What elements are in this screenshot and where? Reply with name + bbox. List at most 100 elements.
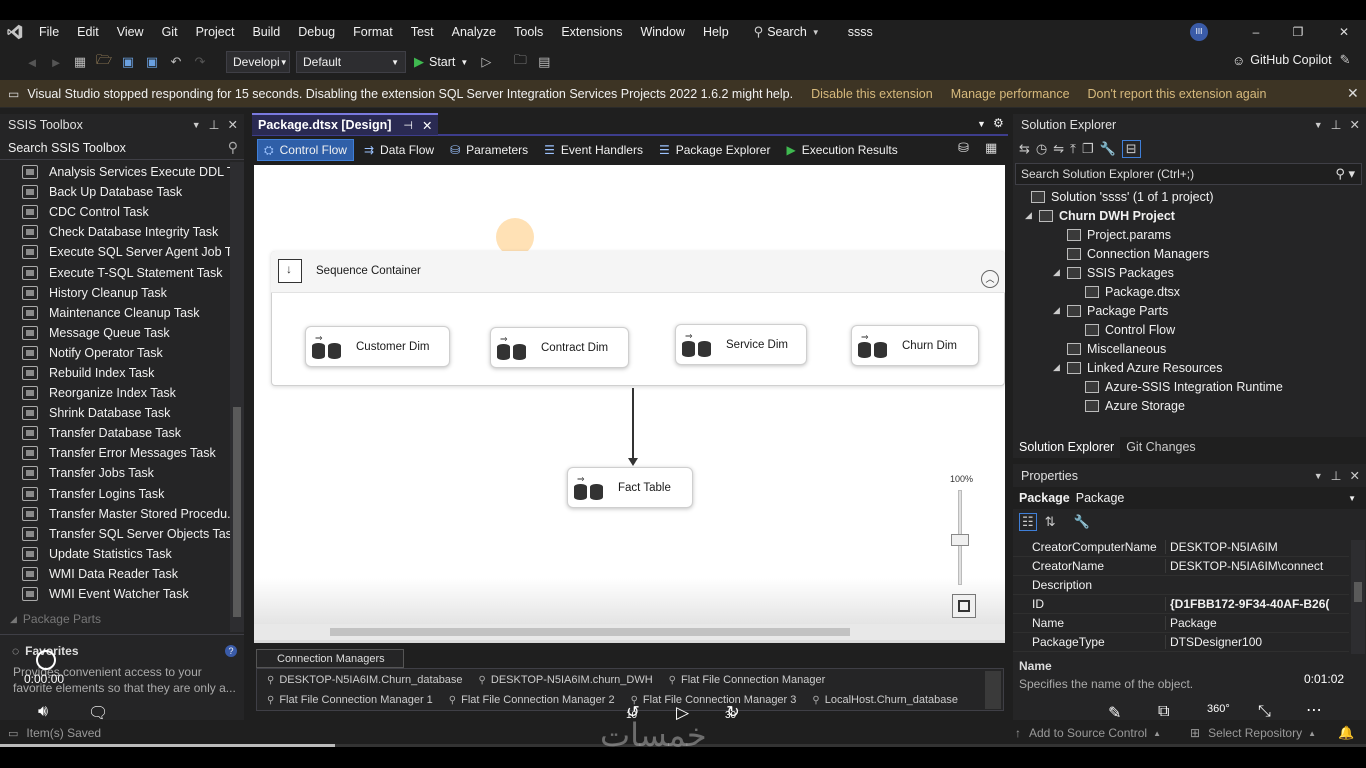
save-all-icon[interactable]: ▣ [142, 52, 162, 72]
copilot-button[interactable]: ☺ GitHub Copilot ✎ [1232, 52, 1350, 68]
pending-changes-icon[interactable]: ⇋ [1053, 141, 1064, 157]
tab-package-explorer[interactable]: ☰ Package Explorer [653, 139, 776, 161]
toolbox-toggle-icon[interactable]: ▦ [985, 140, 997, 156]
task-fact-table[interactable]: ⇒ Fact Table [567, 467, 693, 508]
expand-icon[interactable]: ◢ [1053, 267, 1067, 278]
restore-icon[interactable]: ❐ [1287, 20, 1309, 44]
tab-solution-explorer[interactable]: Solution Explorer [1013, 437, 1121, 458]
browse-icon[interactable]: 🗀 [510, 52, 530, 72]
close-icon[interactable]: ✕ [1347, 85, 1359, 102]
tree-package-file[interactable]: Package.dtsx [1015, 282, 1360, 301]
progress-scrubber-icon[interactable] [36, 650, 56, 670]
tab-control-flow[interactable]: ⛭ Control Flow [257, 139, 354, 161]
toolbox-item[interactable]: Shrink Database Task [0, 403, 230, 423]
zoom-fit-icon[interactable] [952, 594, 976, 618]
connection-manager-item[interactable]: ⚲ Flat File Connection Manager [669, 674, 826, 686]
preview-icon[interactable]: ⊟ [1121, 140, 1141, 158]
variables-icon[interactable]: ⛁ [958, 140, 969, 156]
menu-item-debug[interactable]: Debug [289, 20, 344, 44]
toolbox-item[interactable]: History Cleanup Task [0, 283, 230, 303]
help-icon[interactable]: ? [225, 645, 237, 657]
start-button[interactable]: ▶ Start ▼ [414, 54, 468, 70]
configuration-combo[interactable]: Developi ▼ [226, 51, 290, 73]
property-value[interactable]: Package [1165, 616, 1349, 630]
solution-search-input[interactable]: Search Solution Explorer (Ctrl+;) ⚲ ▾ [1015, 163, 1362, 185]
history-icon[interactable]: ◷ [1036, 141, 1047, 157]
tree-miscellaneous[interactable]: Miscellaneous [1015, 339, 1360, 358]
pin-icon[interactable]: ⊣ [403, 119, 413, 132]
tree-project[interactable]: ◢ Churn DWH Project [1015, 206, 1360, 225]
connection-manager-item[interactable]: ⚲ LocalHost.Churn_database [812, 694, 958, 706]
start-without-debug-icon[interactable]: ▷ [476, 52, 496, 72]
task-churn-dim[interactable]: ⇒ Churn Dim [851, 325, 979, 366]
dropdown-icon[interactable]: ▼ [1314, 114, 1323, 136]
property-value[interactable]: DTSDesigner100 [1165, 635, 1349, 649]
tree-solution[interactable]: Solution 'ssss' (1 of 1 project) [1015, 187, 1360, 206]
menu-item-tools[interactable]: Tools [505, 20, 552, 44]
menu-item-window[interactable]: Window [631, 20, 693, 44]
forward-button[interactable]: ↻ 30 [722, 702, 744, 724]
toolbox-item[interactable]: Execute T-SQL Statement Task [0, 262, 230, 282]
property-row[interactable]: Description [1013, 576, 1349, 595]
draw-icon[interactable]: ✎ [1108, 703, 1121, 723]
profile-icon[interactable]: III [1190, 23, 1208, 41]
control-flow-canvas[interactable] [254, 165, 1005, 643]
toolbox-item[interactable]: Maintenance Cleanup Task [0, 303, 230, 323]
property-pages-icon[interactable]: 🔧 [1074, 514, 1090, 530]
connection-manager-item[interactable]: ⚲ DESKTOP-N5IA6IM.Churn_database [267, 674, 463, 686]
connection-managers-tab[interactable]: Connection Managers [256, 649, 404, 668]
select-repository-button[interactable]: ⊞ Select Repository ▲ [1190, 726, 1316, 740]
tree-azure-storage[interactable]: Azure Storage [1015, 396, 1360, 415]
redo-icon[interactable]: ↷ [190, 52, 210, 72]
toolbox-item[interactable]: Back Up Database Task [0, 182, 230, 202]
toolbox-item[interactable]: Check Database Integrity Task [0, 222, 230, 242]
tree-linked-azure[interactable]: ◢ Linked Azure Resources [1015, 358, 1360, 377]
menu-item-git[interactable]: Git [153, 20, 187, 44]
open-folder-icon[interactable]: 🗁 [94, 52, 114, 72]
toolbox-item[interactable]: Execute SQL Server Agent Job T... [0, 242, 230, 262]
volume-icon[interactable]: 🔊︎ [38, 703, 48, 721]
pin-icon[interactable]: ⊥ [1331, 114, 1342, 136]
menu-item-test[interactable]: Test [402, 20, 443, 44]
menu-item-build[interactable]: Build [243, 20, 289, 44]
tab-event-handlers[interactable]: ☰ Event Handlers [538, 139, 649, 161]
package-parts-header[interactable]: ◢ Package Parts [10, 612, 101, 626]
toolbox-item[interactable]: Transfer Error Messages Task [0, 443, 230, 463]
alphabetical-icon[interactable]: ⇅ [1045, 514, 1056, 530]
menu-item-project[interactable]: Project [187, 20, 244, 44]
dropdown-icon[interactable]: ▼ [977, 119, 986, 129]
property-row[interactable]: CreatorName DESKTOP-N5IA6IM\connect [1013, 557, 1349, 576]
forward-icon[interactable]: ► [46, 52, 66, 72]
toolbox-item[interactable]: Analysis Services Execute DDL T... [0, 162, 230, 182]
toolbox-item[interactable]: Transfer Jobs Task [0, 463, 230, 483]
menu-item-format[interactable]: Format [344, 20, 402, 44]
menu-item-extensions[interactable]: Extensions [552, 20, 631, 44]
cm-scrollbar[interactable] [985, 671, 1001, 709]
toolbox-search-input[interactable]: Search SSIS Toolbox ⚲ [0, 136, 244, 160]
toolbox-item[interactable]: Notify Operator Task [0, 343, 230, 363]
collapse-all-icon[interactable]: ⤒ [1070, 141, 1076, 157]
menu-item-file[interactable]: File [30, 20, 68, 44]
tree-project-params[interactable]: Project.params [1015, 225, 1360, 244]
toolbox-item[interactable]: Transfer Logins Task [0, 484, 230, 504]
collapse-icon[interactable]: ︿ [981, 270, 999, 288]
tab-data-flow[interactable]: ⇉ Data Flow [358, 139, 440, 161]
close-icon[interactable]: ✕ [228, 114, 238, 136]
property-value[interactable]: DESKTOP-N5IA6IM\connect [1165, 559, 1349, 573]
layout-icon[interactable]: ▤ [534, 52, 554, 72]
visual-studio-logo-icon[interactable] [0, 20, 30, 44]
vr-360-icon[interactable]: 360° [1207, 703, 1230, 715]
disable-extension-link[interactable]: Disable this extension [811, 87, 933, 101]
connection-manager-item[interactable]: ⚲ Flat File Connection Manager 3 [631, 694, 797, 706]
connection-manager-item[interactable]: ⚲ DESKTOP-N5IA6IM.churn_DWH [479, 674, 653, 686]
task-contract-dim[interactable]: ⇒ Contract Dim [490, 327, 629, 368]
close-window-icon[interactable]: ✕ [1333, 20, 1355, 44]
property-value[interactable]: DESKTOP-N5IA6IM [1165, 540, 1349, 554]
back-icon[interactable]: ◄ [22, 52, 42, 72]
toolbox-item[interactable]: Message Queue Task [0, 323, 230, 343]
undo-icon[interactable]: ↶ [166, 52, 186, 72]
menu-item-edit[interactable]: Edit [68, 20, 108, 44]
task-service-dim[interactable]: ⇒ Service Dim [675, 324, 807, 365]
save-icon[interactable]: ▣ [118, 52, 138, 72]
expand-icon[interactable]: ◢ [1025, 210, 1039, 221]
